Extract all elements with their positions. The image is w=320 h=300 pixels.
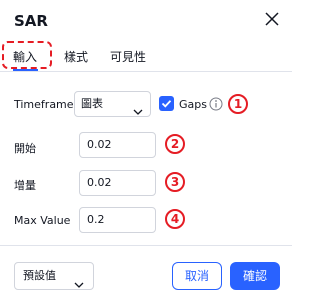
defaults-label: 預設值: [23, 269, 56, 282]
check-icon: [161, 100, 172, 108]
dialog-title: SAR: [14, 12, 48, 30]
annotation-marker-4: 4: [165, 209, 185, 229]
annotation-marker-2: 2: [165, 134, 185, 154]
annotation-marker-1: 1: [228, 94, 248, 114]
tab-visibility[interactable]: 可見性: [110, 48, 146, 65]
chevron-down-icon: [133, 101, 143, 115]
increment-input[interactable]: 0.02: [79, 170, 156, 196]
gaps-label: Gaps: [179, 98, 207, 111]
close-icon[interactable]: [262, 9, 282, 29]
start-input[interactable]: 0.02: [79, 132, 156, 158]
gaps-checkbox[interactable]: [159, 96, 174, 111]
footer-divider: [0, 245, 292, 246]
max-value-input[interactable]: 0.2: [79, 207, 156, 233]
chevron-down-icon: [74, 273, 84, 288]
tab-style[interactable]: 樣式: [64, 48, 88, 65]
max-value-label: Max Value: [14, 214, 71, 227]
info-icon[interactable]: [209, 96, 223, 111]
increment-label: 增量: [14, 179, 36, 192]
annotation-marker-3: 3: [165, 172, 185, 192]
tabs-divider: [0, 71, 292, 72]
timeframe-select[interactable]: 圖表: [74, 91, 151, 117]
start-label: 開始: [14, 142, 36, 155]
tab-inputs[interactable]: 輸入: [13, 48, 37, 65]
defaults-dropdown[interactable]: 預設值: [14, 262, 94, 290]
cancel-button[interactable]: 取消: [172, 262, 222, 290]
ok-button[interactable]: 確認: [230, 262, 280, 290]
timeframe-label: Timeframe: [14, 98, 74, 111]
timeframe-value: 圖表: [81, 97, 103, 110]
